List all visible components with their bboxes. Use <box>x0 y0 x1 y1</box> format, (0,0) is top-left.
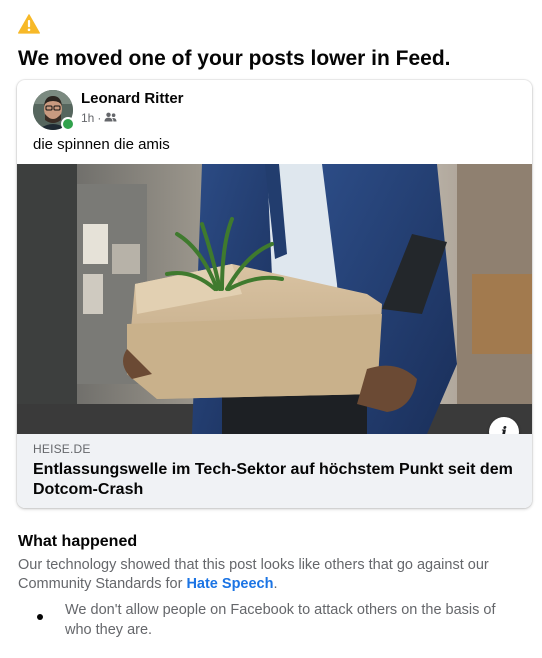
warning-icon <box>18 14 40 34</box>
office-worker-carrying-box-image[interactable] <box>17 164 532 434</box>
policy-bullet: We don't allow people on Facebook to att… <box>65 602 496 638</box>
hate-speech-link[interactable]: Hate Speech <box>186 576 273 592</box>
link-title[interactable]: Entlassungswelle im Tech-Sektor auf höch… <box>33 460 513 500</box>
online-status-dot <box>61 117 75 131</box>
friends-icon <box>104 110 117 126</box>
post-text: die spinnen die amis <box>33 136 170 153</box>
what-happened-heading: What happened <box>18 533 138 550</box>
author-name[interactable]: Leonard Ritter <box>81 89 184 109</box>
moderation-notice-page: We moved one of your posts lower in Feed… <box>0 0 542 658</box>
meta-separator: · <box>97 111 102 125</box>
link-domain: HEISE.DE <box>33 442 91 456</box>
notice-headline: We moved one of your posts lower in Feed… <box>18 47 451 70</box>
explanation-suffix: . <box>273 576 278 592</box>
post-meta: 1h · <box>81 110 117 126</box>
post-timestamp[interactable]: 1h <box>81 110 94 126</box>
bullet-dot <box>37 614 43 620</box>
link-preview[interactable]: HEISE.DE Entlassungswelle im Tech-Sektor… <box>17 434 532 508</box>
explanation-text: Our technology showed that this post loo… <box>18 556 518 594</box>
post-card: Leonard Ritter 1h · die spinnen die amis <box>17 80 532 508</box>
